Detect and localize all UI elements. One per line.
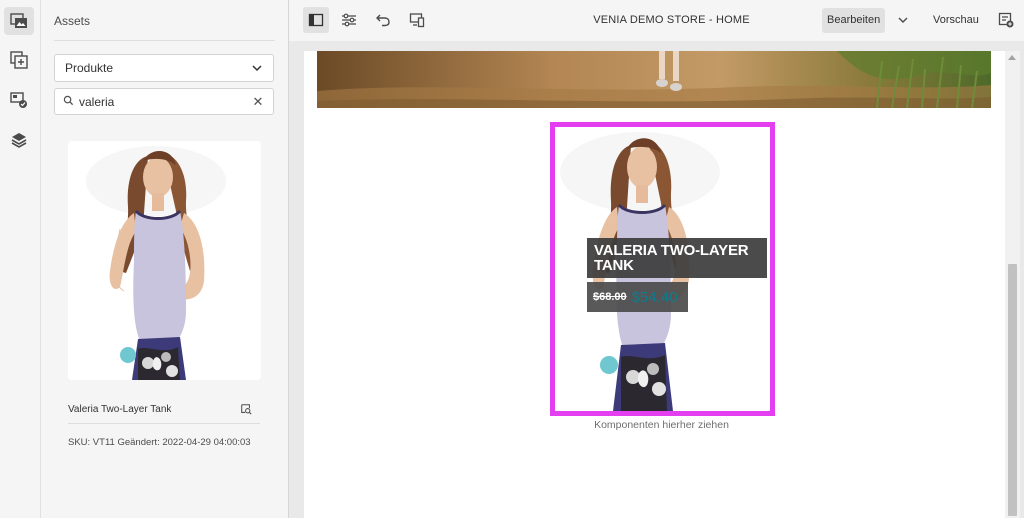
panel-title: Assets xyxy=(54,14,91,28)
asset-card-image[interactable] xyxy=(68,141,261,380)
regular-price: $68.00 xyxy=(593,291,627,303)
chevron-down-icon xyxy=(251,62,263,74)
edit-mode-button[interactable]: Bearbeiten xyxy=(822,8,886,33)
divider xyxy=(68,423,260,424)
undo-icon[interactable] xyxy=(370,7,396,33)
asset-type-value: Produkte xyxy=(65,61,114,75)
content-tree-icon[interactable] xyxy=(4,86,34,114)
mode-chevron-down-icon[interactable] xyxy=(890,7,916,33)
editor-toolbar: VENIA DEMO STORE - HOME Bearbeiten Vorsc… xyxy=(289,0,1024,41)
asset-type-select[interactable]: Produkte xyxy=(54,54,274,82)
product-name-overlay: VALERIA TWO-LAYER TANK xyxy=(587,238,767,278)
canvas-scrollbar[interactable] xyxy=(1005,51,1020,518)
page-canvas[interactable]: VALERIA TWO-LAYER TANK $68.00 $54.40 Kom… xyxy=(304,51,1019,518)
asset-search-field[interactable]: ✕ xyxy=(54,88,274,115)
hero-banner-image[interactable] xyxy=(317,51,991,108)
components-icon[interactable] xyxy=(4,46,34,74)
search-icon xyxy=(63,95,74,109)
assets-icon[interactable] xyxy=(4,7,34,35)
divider xyxy=(54,40,275,41)
page-properties-icon[interactable] xyxy=(336,7,362,33)
drop-zone-hint[interactable]: Komponenten hierher ziehen xyxy=(304,419,1019,431)
scrollbar-thumb[interactable] xyxy=(1008,264,1017,516)
clear-search-icon[interactable]: ✕ xyxy=(251,94,265,110)
editor-canvas-area: VALERIA TWO-LAYER TANK $68.00 $54.40 Kom… xyxy=(289,41,1024,518)
preview-mode-button[interactable]: Vorschau xyxy=(928,8,984,33)
emulator-icon[interactable] xyxy=(404,7,430,33)
asset-meta: SKU: VT11 Geändert: 2022-04-29 04:00:03 xyxy=(68,437,251,448)
toggle-side-panel-icon[interactable] xyxy=(303,7,329,33)
product-teaser-selected[interactable]: VALERIA TWO-LAYER TANK $68.00 $54.40 xyxy=(550,122,775,416)
side-rail xyxy=(0,0,41,518)
assets-panel: Assets Produkte ✕ xyxy=(41,0,289,518)
sale-price: $54.40 xyxy=(631,288,678,306)
product-price-overlay: $68.00 $54.40 xyxy=(587,282,688,312)
preview-asset-icon[interactable] xyxy=(240,403,254,417)
search-input[interactable] xyxy=(79,94,251,109)
layers-icon[interactable] xyxy=(4,126,34,154)
annotations-icon[interactable] xyxy=(993,7,1019,33)
asset-name: Valeria Two-Layer Tank xyxy=(68,404,172,415)
scroll-up-arrow-icon[interactable] xyxy=(1008,55,1016,60)
